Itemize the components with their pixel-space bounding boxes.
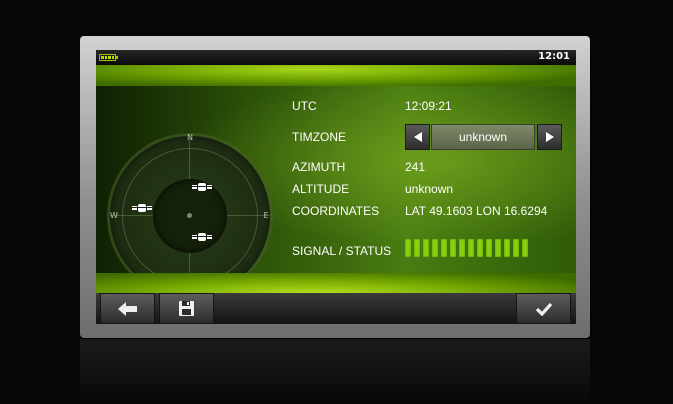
triangle-right-icon xyxy=(545,132,554,142)
signal-segment xyxy=(477,239,483,257)
satellite-icon xyxy=(132,202,152,214)
timezone-prev-button[interactable] xyxy=(405,124,430,150)
back-button[interactable] xyxy=(100,293,155,324)
signal-segment xyxy=(441,239,447,257)
signal-segment xyxy=(432,239,438,257)
compass-east-label: E xyxy=(263,211,269,220)
coordinates-label: COORDINATES xyxy=(292,204,380,218)
altitude-value: unknown xyxy=(405,182,454,196)
back-arrow-icon xyxy=(117,301,137,316)
compass-north-label: N xyxy=(187,133,193,142)
signal-segment xyxy=(513,239,519,257)
signal-segment xyxy=(468,239,474,257)
coordinates-value: LAT 49.1603 LON 16.6294 xyxy=(405,204,548,218)
background-top xyxy=(96,65,576,86)
timezone-select[interactable]: unknown xyxy=(431,124,535,150)
signal-segment xyxy=(459,239,465,257)
satellite-compass: N S E W xyxy=(110,133,270,298)
status-bar: 12:01 xyxy=(96,50,576,65)
signal-segment xyxy=(486,239,492,257)
confirm-button[interactable] xyxy=(516,293,571,324)
signal-segment xyxy=(423,239,429,257)
timezone-label: TIMZONE xyxy=(292,130,346,144)
altitude-label: ALTITUDE xyxy=(292,182,350,196)
device-reflection xyxy=(80,339,590,404)
triangle-left-icon xyxy=(413,132,422,142)
status-clock: 12:01 xyxy=(538,51,570,62)
signal-segment xyxy=(504,239,510,257)
checkmark-icon xyxy=(535,302,552,316)
timezone-value: unknown xyxy=(458,130,508,144)
signal-segment xyxy=(414,239,420,257)
signal-segment xyxy=(495,239,501,257)
signal-strength-meter xyxy=(405,239,528,257)
signal-status-label: SIGNAL / STATUS xyxy=(292,244,392,258)
save-button[interactable] xyxy=(159,293,214,324)
signal-segment xyxy=(450,239,456,257)
battery-full-icon xyxy=(99,54,118,61)
utc-label: UTC xyxy=(292,99,317,113)
satellite-icon xyxy=(192,231,212,243)
compass-center-dot xyxy=(187,213,192,218)
signal-segment xyxy=(405,239,411,257)
device-screen: 12:01 N S E W UTC 12:09:21 TIMZONE xyxy=(96,50,576,324)
satellite-icon xyxy=(192,181,212,193)
signal-segment xyxy=(522,239,528,257)
timezone-next-button[interactable] xyxy=(537,124,562,150)
azimuth-label: AZIMUTH xyxy=(292,160,346,174)
utc-value: 12:09:21 xyxy=(405,99,452,113)
compass-west-label: W xyxy=(110,211,118,220)
save-icon xyxy=(179,301,194,316)
azimuth-value: 241 xyxy=(405,160,426,174)
bottom-toolbar xyxy=(96,293,576,324)
